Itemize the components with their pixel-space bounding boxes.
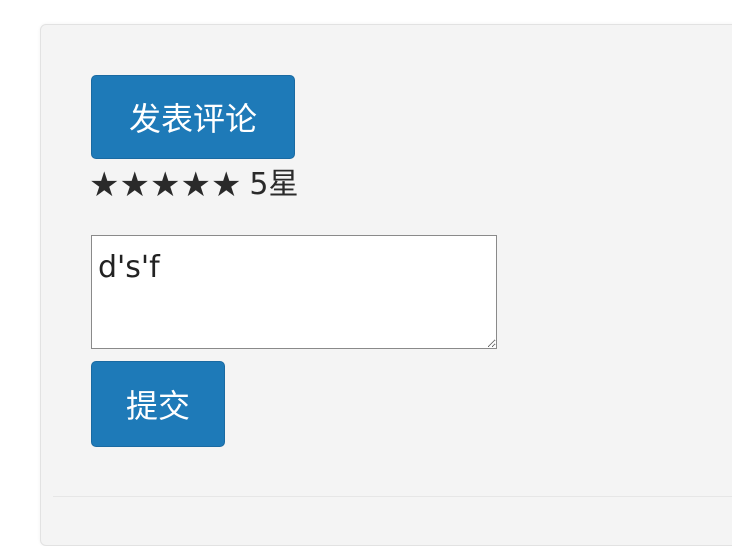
star-icon[interactable]: ★ xyxy=(89,168,119,202)
comment-panel: 发表评论 ★★★★★ 5星 d's'f 提交 xyxy=(40,24,732,546)
star-icon[interactable]: ★ xyxy=(150,168,180,202)
submit-button[interactable]: 提交 xyxy=(91,361,225,447)
panel-divider xyxy=(53,496,732,497)
star-rating: ★★★★★ 5星 xyxy=(89,163,299,207)
star-rating-stars: ★★★★★ xyxy=(89,168,241,202)
star-icon[interactable]: ★ xyxy=(211,168,241,202)
comment-textarea[interactable]: d's'f xyxy=(91,235,497,349)
post-comment-button[interactable]: 发表评论 xyxy=(91,75,295,159)
rating-label: 5星 xyxy=(249,167,299,202)
star-icon[interactable]: ★ xyxy=(180,168,210,202)
star-icon[interactable]: ★ xyxy=(119,168,149,202)
